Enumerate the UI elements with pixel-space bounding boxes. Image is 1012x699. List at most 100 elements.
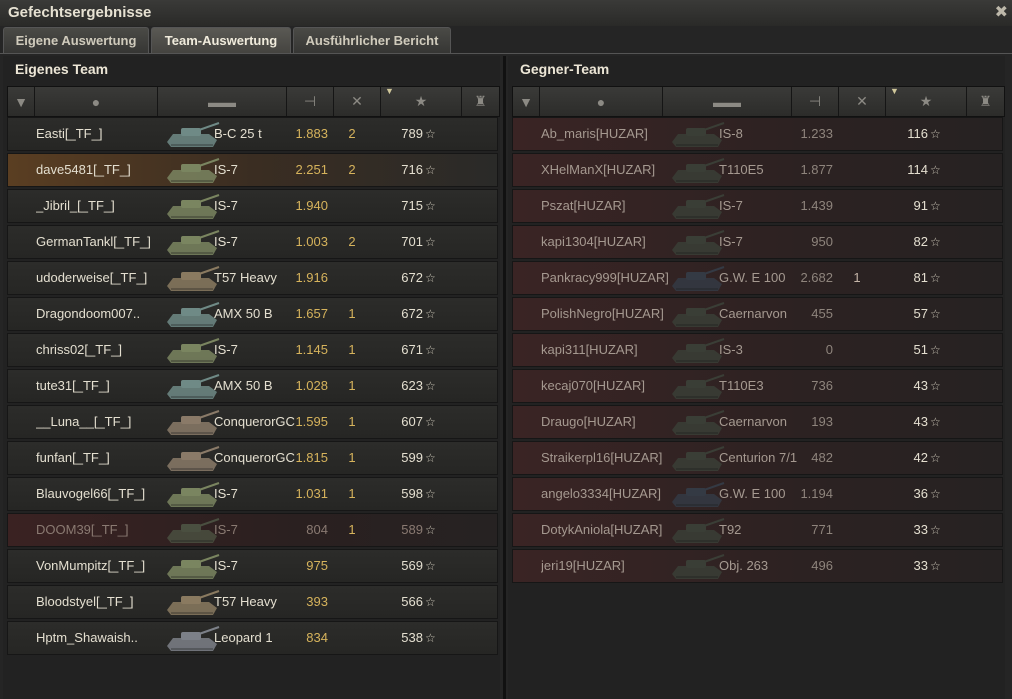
player-name: tute31[_TF_] [36, 378, 110, 393]
table-row[interactable]: _Jibril_[_TF_] IS-7 1.940 715 ☆ [7, 189, 498, 223]
table-row[interactable]: PolishNegro[HUZAR] Caernarvon 455 57 ☆ [512, 297, 1003, 331]
player-name: Pszat[HUZAR] [541, 198, 626, 213]
xp-value: 36 [913, 486, 928, 501]
kills-value [843, 226, 871, 258]
kills-value [338, 586, 366, 618]
header-medal[interactable]: ♜ [462, 87, 499, 116]
header-xp[interactable]: ▼ ★ [381, 86, 462, 116]
star-icon: ☆ [425, 631, 436, 645]
table-row[interactable]: DotykAniola[HUZAR] T92 771 33 ☆ [512, 513, 1003, 547]
header-damage[interactable]: ⊣ [287, 87, 334, 116]
star-icon: ☆ [930, 127, 941, 141]
table-row[interactable]: Draugo[HUZAR] Caernarvon 193 43 ☆ [512, 405, 1003, 439]
medal-icon: ♜ [474, 93, 487, 109]
tab-ausfuehrlicher-bericht[interactable]: Ausführlicher Bericht [293, 27, 451, 53]
header-kills[interactable]: ✕ [839, 87, 886, 116]
squad-icon: ▼ [519, 93, 533, 110]
star-icon: ☆ [425, 235, 436, 249]
player-name: Dragondoom007.. [36, 306, 141, 321]
xp-value: 114 [907, 162, 928, 177]
kills-value [338, 190, 366, 222]
header-xp[interactable]: ▼ ★ [886, 86, 967, 116]
table-row[interactable]: Dragondoom007.. AMX 50 B 1.657 1 672 ☆ [7, 297, 498, 331]
table-row[interactable]: Hptm_Shawaish.. Leopard 1 834 538 ☆ [7, 621, 498, 655]
kills-value [338, 622, 366, 654]
header-squad[interactable]: ▼ [513, 87, 540, 116]
table-row[interactable]: __Luna__[_TF_] ConquerorGC 1.595 1 607 ☆ [7, 405, 498, 439]
tab-eigene-auswertung[interactable]: Eigene Auswertung [3, 27, 149, 53]
kills-icon: ✕ [856, 93, 868, 109]
xp-value: 43 [913, 378, 928, 393]
xp-value: 599 [401, 450, 423, 465]
player-name: Draugo[HUZAR] [541, 414, 636, 429]
player-name: dave5481[_TF_] [36, 162, 131, 177]
kills-value [843, 334, 871, 366]
title-bar: Gefechtsergebnisse ✖ [0, 0, 1012, 26]
player-name: __Luna__[_TF_] [36, 414, 132, 429]
xp-value: 51 [913, 342, 928, 357]
tank-image [668, 118, 726, 150]
tank-image [668, 298, 726, 330]
header-tank[interactable]: ▬▬ [158, 87, 287, 116]
header-damage[interactable]: ⊣ [792, 87, 839, 116]
player-icon: ● [91, 93, 101, 110]
table-row[interactable]: Blauvogel66[_TF_] IS-7 1.031 1 598 ☆ [7, 477, 498, 511]
star-icon: ☆ [930, 235, 941, 249]
kills-value [843, 118, 871, 150]
table-row[interactable]: tute31[_TF_] AMX 50 B 1.028 1 623 ☆ [7, 369, 498, 403]
tab-divider [0, 53, 1012, 54]
player-icon: ● [596, 93, 606, 110]
table-row[interactable]: XHelManX[HUZAR] T110E5 1.877 114 ☆ [512, 153, 1003, 187]
table-row[interactable]: angelo3334[HUZAR] G.W. E 100 1.194 36 ☆ [512, 477, 1003, 511]
table-row[interactable]: kapi1304[HUZAR] IS-7 950 82 ☆ [512, 225, 1003, 259]
header-squad[interactable]: ▼ [8, 87, 35, 116]
table-row[interactable]: Pszat[HUZAR] IS-7 1.439 91 ☆ [512, 189, 1003, 223]
kills-value [843, 154, 871, 186]
table-row[interactable]: DOOM39[_TF_] IS-7 804 1 589 ☆ [7, 513, 498, 547]
table-row[interactable]: VonMumpitz[_TF_] IS-7 975 569 ☆ [7, 549, 498, 583]
kills-value: 2 [348, 234, 356, 249]
xp-value: 623 [401, 378, 423, 393]
header-player[interactable]: ● [35, 87, 158, 116]
tank-image [163, 442, 221, 474]
table-row[interactable]: kecaj070[HUZAR] T110E3 736 43 ☆ [512, 369, 1003, 403]
header-player[interactable]: ● [540, 87, 663, 116]
own-team-header: ▼ ● ▬▬ ⊣ ✕ ▼ ★ ♜ [7, 86, 500, 117]
star-icon: ☆ [425, 523, 436, 537]
table-row[interactable]: GermanTankl[_TF_] IS-7 1.003 2 701 ☆ [7, 225, 498, 259]
kills-value: 2 [348, 162, 356, 177]
table-row[interactable]: Bloodstyel[_TF_] T57 Heavy 393 566 ☆ [7, 585, 498, 619]
tank-image [668, 514, 726, 546]
tank-icon: ▬▬ [208, 93, 236, 110]
table-row[interactable]: Straikerpl16[HUZAR] Centurion 7/1 482 42 ☆ [512, 441, 1003, 475]
header-kills[interactable]: ✕ [334, 87, 381, 116]
table-row[interactable]: funfan[_TF_] ConquerorGC 1.815 1 599 ☆ [7, 441, 498, 475]
table-row[interactable]: jeri19[HUZAR] Obj. 263 496 33 ☆ [512, 549, 1003, 583]
player-name: kapi311[HUZAR] [541, 342, 638, 357]
tank-image [163, 550, 221, 582]
table-row[interactable]: Ab_maris[HUZAR] IS-8 1.233 116 ☆ [512, 117, 1003, 151]
tank-image [668, 262, 726, 294]
xp-value: 672 [401, 270, 423, 285]
tank-image [163, 262, 221, 294]
table-row[interactable]: dave5481[_TF_] IS-7 2.251 2 716 ☆ [7, 153, 498, 187]
table-row[interactable]: udoderweise[_TF_] T57 Heavy 1.916 672 ☆ [7, 261, 498, 295]
header-medal[interactable]: ♜ [967, 87, 1004, 116]
table-row[interactable]: Easti[_TF_] B-C 25 t 1.883 2 789 ☆ [7, 117, 498, 151]
header-tank[interactable]: ▬▬ [663, 87, 792, 116]
kills-value: 1 [348, 414, 356, 429]
tab-team-auswertung[interactable]: Team-Auswertung [151, 27, 291, 53]
table-row[interactable]: kapi311[HUZAR] IS-3 0 51 ☆ [512, 333, 1003, 367]
damage-value: 496 [811, 558, 833, 573]
kills-value: 1 [348, 522, 356, 537]
table-row[interactable]: Pankracy999[HUZAR] G.W. E 100 2.682 1 81 ☆ [512, 261, 1003, 295]
damage-value: 950 [811, 234, 833, 249]
damage-value: 455 [811, 306, 833, 321]
table-row[interactable]: chriss02[_TF_] IS-7 1.145 1 671 ☆ [7, 333, 498, 367]
tank-image [163, 406, 221, 438]
xp-value: 538 [401, 630, 423, 645]
xp-value: 33 [913, 522, 928, 537]
close-icon[interactable]: ✖ [995, 2, 1008, 22]
tank-image [163, 514, 221, 546]
star-icon: ☆ [425, 127, 436, 141]
